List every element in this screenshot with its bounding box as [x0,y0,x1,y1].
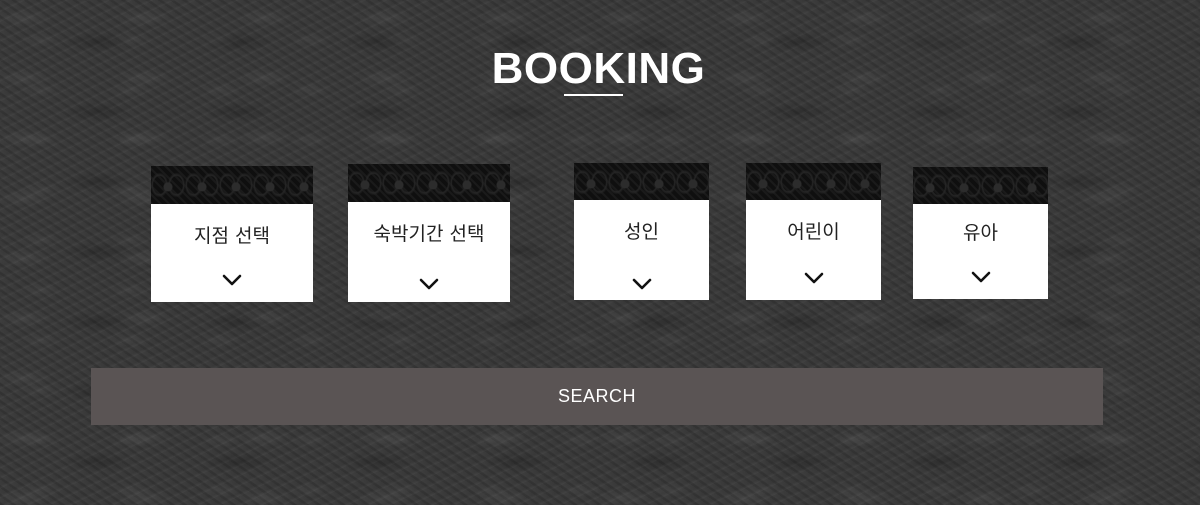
chevron-down-icon[interactable] [971,271,991,283]
infant-select-label: 유아 [963,222,998,244]
branch-select-label: 지점 선택 [194,225,270,247]
stay-period-select[interactable]: 숙박기간 선택 [348,164,510,302]
damask-header [151,166,313,204]
chevron-down-icon[interactable] [222,274,242,286]
search-button[interactable]: SEARCH [91,368,1103,425]
chevron-down-icon[interactable] [419,278,439,290]
title-underline [564,94,623,96]
child-select-label: 어린이 [787,221,840,243]
adult-select-label: 성인 [624,221,659,243]
infant-select[interactable]: 유아 [913,167,1048,299]
damask-header [746,163,881,200]
adult-select[interactable]: 성인 [574,163,709,300]
chevron-down-icon[interactable] [632,278,652,290]
damask-header [913,167,1048,204]
chevron-down-icon[interactable] [804,272,824,284]
stay-period-select-label: 숙박기간 선택 [373,223,485,245]
damask-header [348,164,510,202]
page-title: BOOKING [491,44,706,93]
branch-select[interactable]: 지점 선택 [151,166,313,302]
damask-header [574,163,709,200]
child-select[interactable]: 어린이 [746,163,881,300]
